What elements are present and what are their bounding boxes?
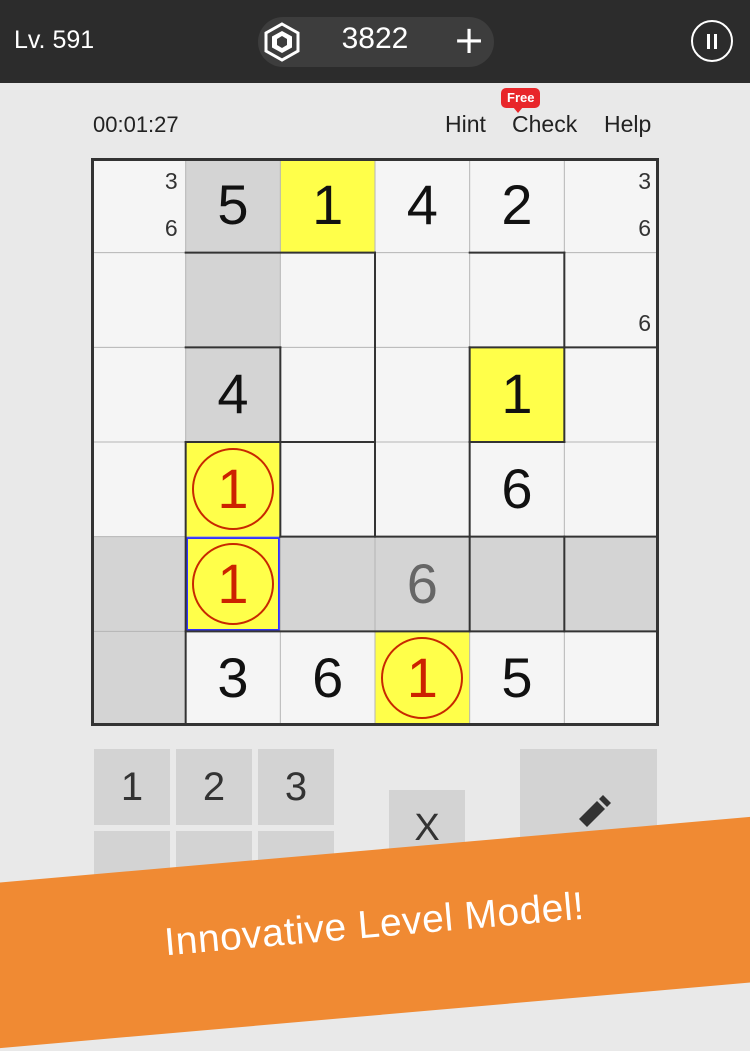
keypad-key-3[interactable]: 3 [258, 749, 334, 825]
level-label: Lv. 591 [14, 26, 95, 54]
keypad-key-1[interactable]: 1 [94, 749, 170, 825]
help-button[interactable]: Help [604, 111, 651, 138]
free-badge: Free [501, 88, 541, 113]
hint-button[interactable]: Hint [445, 111, 486, 138]
pencil-icon [579, 795, 611, 827]
check-button[interactable]: Check [512, 111, 577, 138]
add-coins-button[interactable]: + [447, 18, 491, 62]
hexagon-coin-icon [264, 22, 300, 62]
coin-count: 3822 [341, 22, 409, 55]
promo-banner-text: Innovative Level Model! [162, 884, 587, 965]
board-grid-lines [91, 158, 659, 726]
pause-icon[interactable] [691, 20, 733, 62]
keypad-key-2[interactable]: 2 [176, 749, 252, 825]
timer: 00:01:27 [93, 112, 179, 137]
